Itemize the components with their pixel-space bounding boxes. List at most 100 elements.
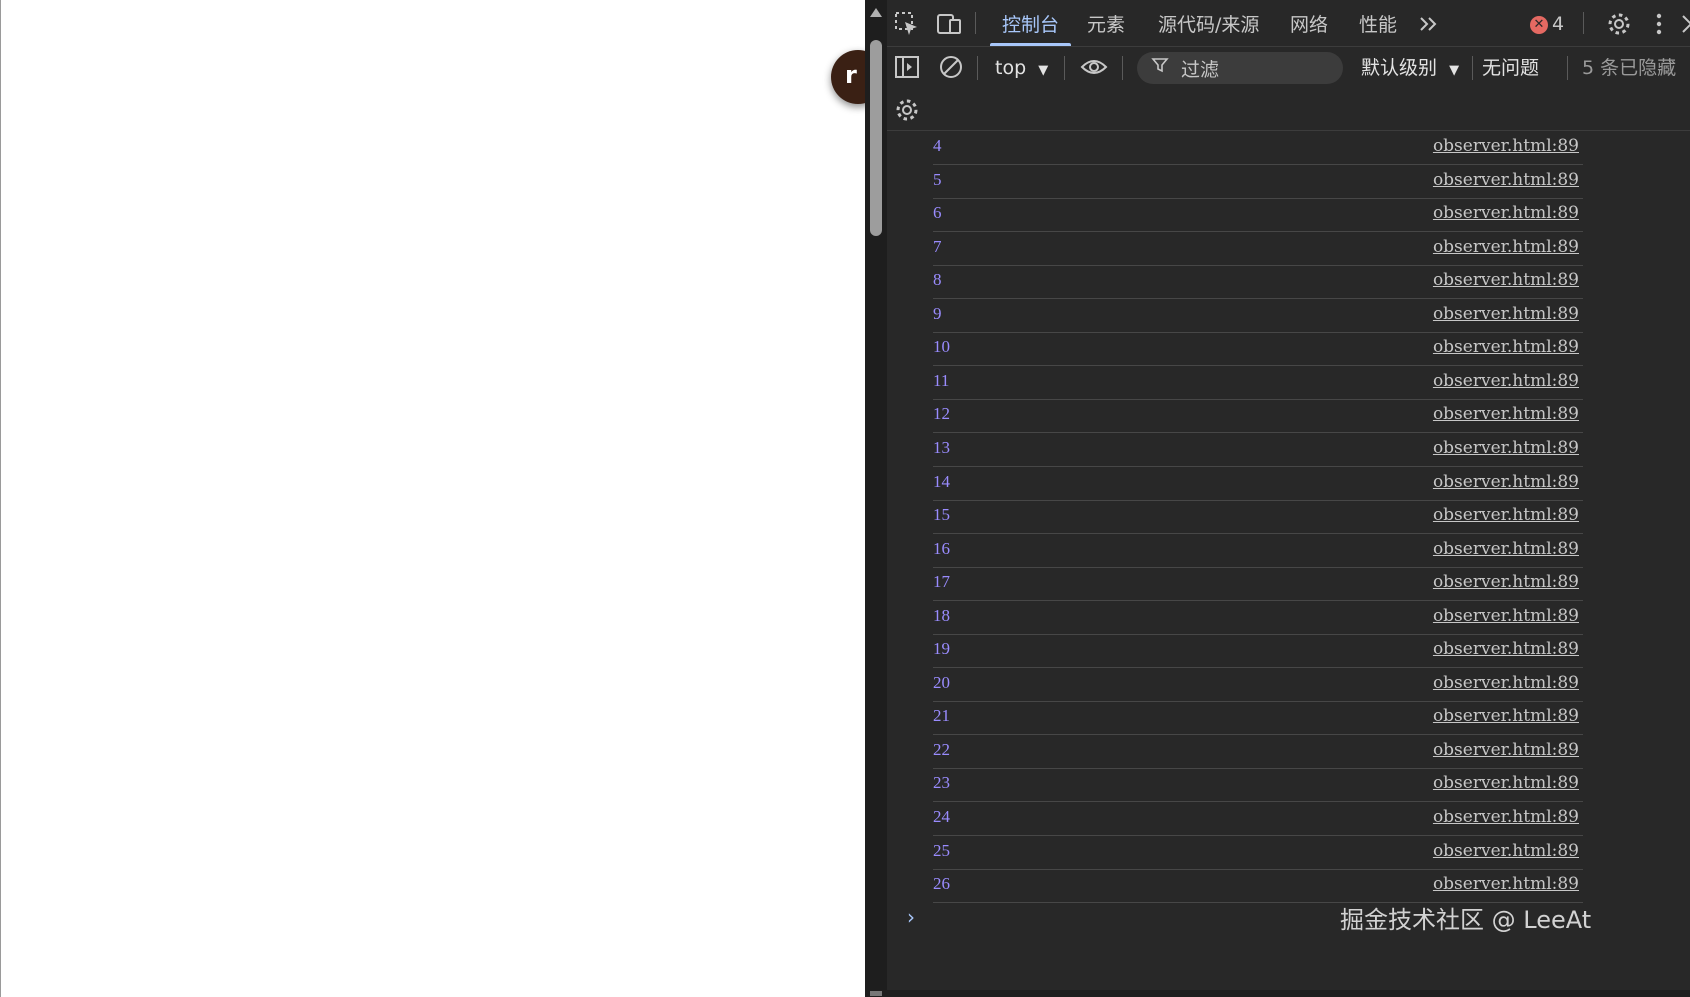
log-source-link[interactable]: observer.html:89 xyxy=(1433,706,1579,726)
log-source-link[interactable]: observer.html:89 xyxy=(1433,170,1579,190)
log-source-link[interactable]: observer.html:89 xyxy=(1433,136,1579,156)
error-count: 4 xyxy=(1552,13,1565,35)
filter-placeholder: 过滤 xyxy=(1181,59,1220,81)
console-log-row: 17 observer.html:89 xyxy=(933,567,1583,602)
log-source-link[interactable]: observer.html:89 xyxy=(1433,606,1579,626)
console-toolbar: top ▼ 过滤 默认级别 ▼ 无问题 5 条已隐藏 xyxy=(887,46,1690,90)
log-source-link[interactable]: observer.html:89 xyxy=(1433,773,1579,793)
log-source-link[interactable]: observer.html:89 xyxy=(1433,438,1579,458)
console-log-row: 16 observer.html:89 xyxy=(933,534,1583,568)
log-value: 23 xyxy=(933,773,950,793)
console-log-row: 23 observer.html:89 xyxy=(933,768,1583,803)
console-log-row: 9 observer.html:89 xyxy=(933,299,1583,333)
devtools-panel: 控制台 元素 源代码/来源 网络 性能 ✕ 4 top ▼ 过滤 默认级别 ▼ … xyxy=(865,0,1690,997)
log-source-link[interactable]: observer.html:89 xyxy=(1433,673,1579,693)
sidebar-toggle-icon[interactable] xyxy=(893,53,921,81)
inspect-element-icon[interactable] xyxy=(893,10,921,38)
log-value: 9 xyxy=(933,303,942,323)
page-scrollbar[interactable] xyxy=(865,0,887,997)
watermark: 掘金技术社区 @ LeeAt xyxy=(1340,906,1592,934)
clear-console-icon[interactable] xyxy=(937,53,965,81)
avatar-letter: r xyxy=(845,61,857,89)
console-log-row: 11 observer.html:89 xyxy=(933,366,1583,400)
log-value: 17 xyxy=(933,572,950,592)
log-source-link[interactable]: observer.html:89 xyxy=(1433,807,1579,827)
log-source-link[interactable]: observer.html:89 xyxy=(1433,841,1579,861)
log-source-link[interactable]: observer.html:89 xyxy=(1433,539,1579,559)
scrollbar-thumb[interactable] xyxy=(870,40,882,236)
log-source-link[interactable]: observer.html:89 xyxy=(1433,639,1579,659)
log-source-link[interactable]: observer.html:89 xyxy=(1433,270,1579,290)
log-value: 14 xyxy=(933,471,950,491)
error-count-badge[interactable]: ✕ 4 xyxy=(1530,13,1564,35)
console-log-row: 5 observer.html:89 xyxy=(933,165,1583,199)
tab-network[interactable]: 网络 xyxy=(1290,0,1328,46)
console-log-row: 12 observer.html:89 xyxy=(933,399,1583,434)
log-value: 11 xyxy=(933,370,950,390)
inspected-page: r xyxy=(0,0,885,997)
log-value: 18 xyxy=(933,605,950,625)
console-prompt[interactable]: › xyxy=(907,905,915,929)
eye-icon[interactable] xyxy=(1080,53,1108,81)
gear-icon[interactable] xyxy=(1605,10,1633,38)
console-log-row: 14 observer.html:89 xyxy=(933,467,1583,501)
log-value: 25 xyxy=(933,840,950,860)
log-source-link[interactable]: observer.html:89 xyxy=(1433,237,1579,257)
divider xyxy=(977,56,978,80)
log-value: 6 xyxy=(933,203,942,223)
console-log-row: 21 observer.html:89 xyxy=(933,701,1583,736)
divider xyxy=(1472,56,1473,80)
log-value: 10 xyxy=(933,337,950,357)
log-value: 19 xyxy=(933,639,950,659)
horizontal-scrollbar[interactable] xyxy=(865,990,1690,997)
dropdown-arrow-icon: ▼ xyxy=(1449,63,1460,78)
log-source-link[interactable]: observer.html:89 xyxy=(1433,371,1579,391)
divider xyxy=(1567,56,1568,80)
log-source-link[interactable]: observer.html:89 xyxy=(1433,740,1579,760)
close-icon[interactable] xyxy=(1677,10,1690,38)
chevron-double-right-icon[interactable] xyxy=(1415,10,1443,38)
log-source-link[interactable]: observer.html:89 xyxy=(1433,505,1579,525)
log-source-link[interactable]: observer.html:89 xyxy=(1433,472,1579,492)
console-log-row: 10 observer.html:89 xyxy=(933,332,1583,367)
context-select[interactable]: top ▼ xyxy=(995,54,1048,82)
log-value: 4 xyxy=(933,136,942,155)
device-toolbar-icon[interactable] xyxy=(935,10,963,38)
devtools-tabbar: 控制台 元素 源代码/来源 网络 性能 ✕ 4 xyxy=(887,0,1690,47)
log-source-link[interactable]: observer.html:89 xyxy=(1433,203,1579,223)
console-settings-gear-icon[interactable] xyxy=(893,96,921,124)
error-icon: ✕ xyxy=(1530,16,1548,34)
kebab-menu-icon[interactable] xyxy=(1645,10,1673,38)
console-log-row: 4 observer.html:89 xyxy=(933,131,1583,165)
log-value: 5 xyxy=(933,169,942,189)
divider xyxy=(1583,12,1584,34)
tab-console[interactable]: 控制台 xyxy=(989,0,1072,46)
log-source-link[interactable]: observer.html:89 xyxy=(1433,304,1579,324)
filter-icon xyxy=(1151,56,1169,79)
filter-input[interactable]: 过滤 xyxy=(1137,52,1343,84)
log-source-link[interactable]: observer.html:89 xyxy=(1433,874,1579,894)
log-source-link[interactable]: observer.html:89 xyxy=(1433,404,1579,424)
console-log-row: 26 observer.html:89 xyxy=(933,869,1583,904)
tab-sources[interactable]: 源代码/来源 xyxy=(1158,0,1259,46)
tab-elements[interactable]: 元素 xyxy=(1087,0,1125,46)
scrollbar-thumb[interactable] xyxy=(870,991,882,996)
dropdown-arrow-icon: ▼ xyxy=(1038,63,1049,78)
console-log-row: 20 observer.html:89 xyxy=(933,668,1583,702)
context-value: top xyxy=(995,57,1027,79)
console-log-row: 15 observer.html:89 xyxy=(933,500,1583,535)
console-log-row: 8 observer.html:89 xyxy=(933,265,1583,300)
log-value: 24 xyxy=(933,807,950,826)
log-source-link[interactable]: observer.html:89 xyxy=(1433,337,1579,357)
log-value: 20 xyxy=(933,672,950,692)
console-log-row: 24 observer.html:89 xyxy=(933,802,1583,836)
tab-performance[interactable]: 性能 xyxy=(1359,0,1397,46)
issues-button[interactable]: 无问题 xyxy=(1482,54,1539,82)
scroll-up-arrow-icon[interactable] xyxy=(870,8,882,17)
hidden-messages-count: 5 条已隐藏 xyxy=(1582,57,1677,79)
console-log-row: 18 observer.html:89 xyxy=(933,601,1583,635)
log-value: 8 xyxy=(933,270,942,290)
log-source-link[interactable]: observer.html:89 xyxy=(1433,572,1579,592)
log-levels-select[interactable]: 默认级别 ▼ xyxy=(1361,54,1459,85)
console-log-row: 22 observer.html:89 xyxy=(933,735,1583,769)
